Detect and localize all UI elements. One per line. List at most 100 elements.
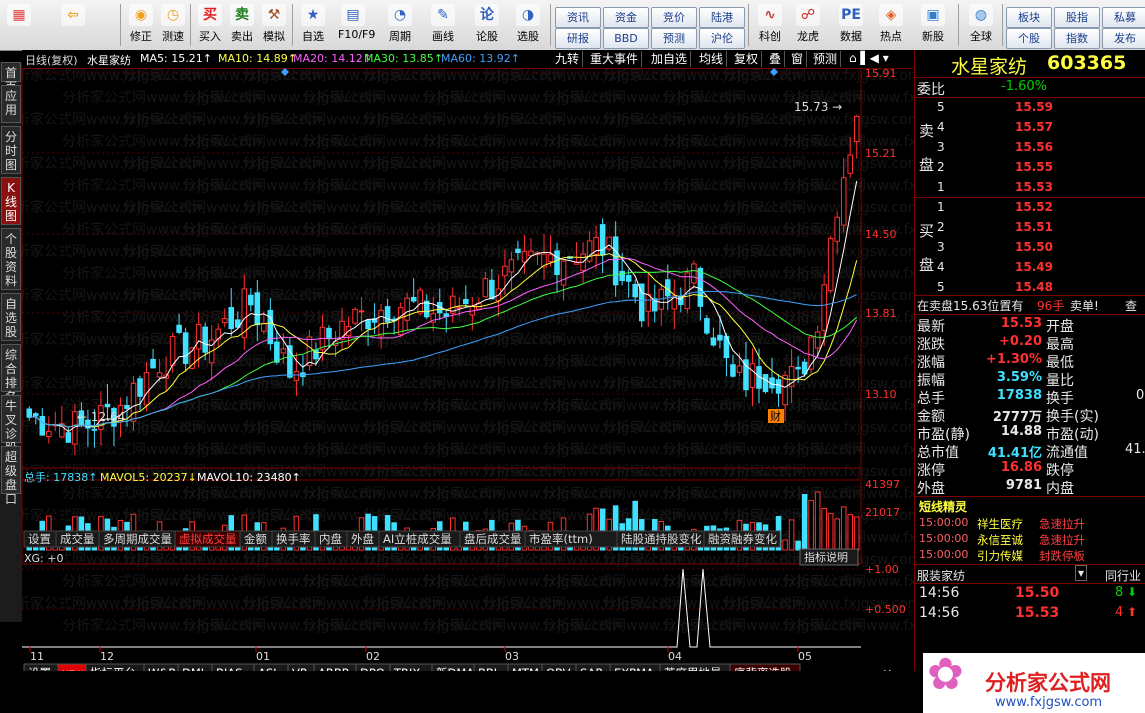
- newstock-button[interactable]: ▣ 新股: [918, 2, 948, 48]
- left-tab[interactable]: 综合排名: [1, 344, 21, 404]
- tick-direction-icon: ⬇: [1127, 585, 1138, 599]
- left-tab[interactable]: 超级盘口: [1, 446, 21, 506]
- elf-stock: 祥生医疗: [977, 517, 1023, 531]
- left-tab[interactable]: 个股资料: [1, 228, 21, 290]
- gauge-button[interactable]: ◑ 选股: [513, 2, 543, 48]
- chart-tool-menu-icon[interactable]: ⌂ ▌◀ ▾: [849, 51, 889, 65]
- chart-tool-button[interactable]: 重大事件: [587, 51, 643, 67]
- tick-volume: 8: [1115, 585, 1124, 600]
- bid-price: 15.50: [1015, 240, 1053, 254]
- scroll-arrows-icon[interactable]: ◀ ▶ ▸: [877, 667, 907, 671]
- sector-dropdown-icon[interactable]: ▾: [1075, 565, 1088, 581]
- discuss-button[interactable]: 论论股: [472, 2, 502, 48]
- finance-marker-label: 财: [770, 409, 781, 423]
- candle-body: [821, 284, 827, 331]
- left-tab[interactable]: 分时图: [1, 126, 21, 174]
- stopwatch-button[interactable]: ◷ 测速: [158, 2, 188, 48]
- kline-chart-panel[interactable]: 日线(复权) 水星家纺 MA5: 15.21↑ MA10: 14.89↑ MA2…: [22, 50, 914, 671]
- refresh-button[interactable]: ◉ 修正: [126, 2, 156, 48]
- chart-tool-button[interactable]: 预测: [810, 51, 842, 67]
- watermark-text: 分析家公式网www.fxjgsw.com: [722, 243, 914, 260]
- candle-body: [515, 248, 521, 253]
- dragon-button[interactable]: ☍ 龙虎: [793, 2, 823, 48]
- chart-tool-button[interactable]: 加自选: [648, 51, 692, 67]
- bottom-tab-label: VR: [292, 666, 308, 671]
- tech-icon: ∿: [758, 4, 782, 26]
- f10-icon: ▤: [341, 4, 365, 26]
- left-tab[interactable]: 自选股: [1, 293, 21, 341]
- toolbar-link-button[interactable]: BBD: [603, 28, 649, 49]
- chart-tool-button[interactable]: 窗: [788, 51, 808, 67]
- hammer-icon: ⚒: [262, 4, 286, 26]
- bottom-indicator-bar: 设置NEW指标平台W&RDMIBIASASIVRARBRDPOTRIX新DMAB…: [23, 663, 801, 671]
- clock-button[interactable]: ◔ 周期: [385, 2, 415, 48]
- toolbar-link-button[interactable]: 研报: [555, 28, 601, 49]
- star-button[interactable]: ★ 自选: [298, 2, 328, 48]
- globe-button[interactable]: ◍ 全球: [966, 2, 996, 48]
- candle-body: [124, 404, 130, 409]
- quote-label: 流通值: [1046, 445, 1088, 461]
- toolbar-link-button[interactable]: 沪伦: [699, 28, 745, 49]
- candle-body: [274, 341, 280, 363]
- order-level: 5: [937, 280, 945, 294]
- f10-button[interactable]: ▤ F10/F9: [338, 2, 375, 48]
- toolbar-link-button[interactable]: 股指: [1054, 7, 1100, 28]
- buy-button[interactable]: 买买入: [195, 2, 225, 48]
- quote-value: 17838: [996, 388, 1042, 403]
- toolbar-separator: [1002, 4, 1003, 46]
- hammer-button[interactable]: ⚒ 模拟: [259, 2, 289, 48]
- toolbar-link-button[interactable]: 个股: [1006, 28, 1052, 49]
- indicator-help-label: 指标说明: [804, 550, 848, 564]
- toolbar-link-button[interactable]: 资讯: [555, 7, 601, 28]
- left-tab[interactable]: 牛叉诊股: [1, 395, 21, 455]
- back-arrow-button[interactable]: ⇦: [58, 2, 88, 48]
- left-tab[interactable]: 应用: [1, 85, 21, 123]
- candle-body: [352, 308, 358, 324]
- candle-body: [150, 358, 156, 369]
- chart-canvas[interactable]: 分析家公式网www.fxjgsw.com 分析家公式网www.fxjgsw.com…: [22, 68, 914, 671]
- indicator-tab-label: 金额: [244, 532, 267, 546]
- divider: [915, 295, 1145, 296]
- toolbar-link-button[interactable]: 预测: [651, 28, 697, 49]
- tech-button[interactable]: ∿ 科创: [755, 2, 785, 48]
- sector-name: 服装家纺: [917, 569, 966, 583]
- bottom-tab-label: 新DMA: [436, 666, 474, 671]
- flower-logo-icon: ✿: [927, 649, 964, 700]
- chart-tool-button[interactable]: 叠: [766, 51, 786, 67]
- apps-grid-icon: ▦: [7, 4, 31, 26]
- toolbar-button-label: 测速: [162, 30, 184, 43]
- left-tab[interactable]: K线图: [1, 177, 21, 225]
- order-level: 1: [937, 180, 945, 194]
- toolbar-link-button[interactable]: 陆港: [699, 7, 745, 28]
- toolbar-link-button[interactable]: 板块: [1006, 7, 1052, 28]
- pencil-button[interactable]: ✎ 画线: [428, 2, 458, 48]
- date-axis-label: 03: [505, 650, 519, 663]
- toolbar-link-button[interactable]: 发布: [1102, 28, 1145, 49]
- toolbar-button-label: 论股: [476, 30, 498, 43]
- tick-direction-icon: ⬆: [1127, 605, 1138, 619]
- sell-button[interactable]: 卖卖出: [227, 2, 257, 48]
- apps-grid-button[interactable]: ▦: [4, 2, 34, 48]
- toolbar-link-button[interactable]: 资金: [603, 7, 649, 28]
- pe-button[interactable]: PE 数据: [836, 2, 866, 48]
- chart-tool-button[interactable]: 九转: [552, 51, 584, 67]
- candle-body: [91, 428, 98, 431]
- toolbar-link-button[interactable]: 竞价: [651, 7, 697, 28]
- candle-body: [39, 416, 46, 436]
- left-tab[interactable]: 首页: [1, 62, 21, 94]
- candle-body: [221, 318, 228, 324]
- hot-button[interactable]: ◈ 热点: [876, 2, 906, 48]
- toolbar-separator: [550, 4, 551, 46]
- chart-tool-button[interactable]: 复权: [731, 51, 763, 67]
- elf-event: 急速拉升: [1039, 533, 1085, 547]
- candle-body: [704, 318, 710, 334]
- bottom-tab-label: ASI: [258, 666, 277, 671]
- order-level: 4: [937, 120, 945, 134]
- candle-body: [280, 348, 287, 354]
- toolbar-button-label: 画线: [432, 30, 454, 43]
- toolbar-link-button[interactable]: 指数: [1054, 28, 1100, 49]
- toolbar: ▦ ⇦ ◉ 修正 ◷ 测速买买入卖卖出 ⚒ 模拟 ★ 自选 ▤ F10/F9 ◔ 周期 ✎ 画线论论股 ◑ 选股 ∿…: [0, 0, 1145, 51]
- high-price-annotation: 15.73 →: [794, 100, 842, 114]
- toolbar-link-button[interactable]: 私募: [1102, 7, 1145, 28]
- chart-tool-button[interactable]: 均线: [696, 51, 728, 67]
